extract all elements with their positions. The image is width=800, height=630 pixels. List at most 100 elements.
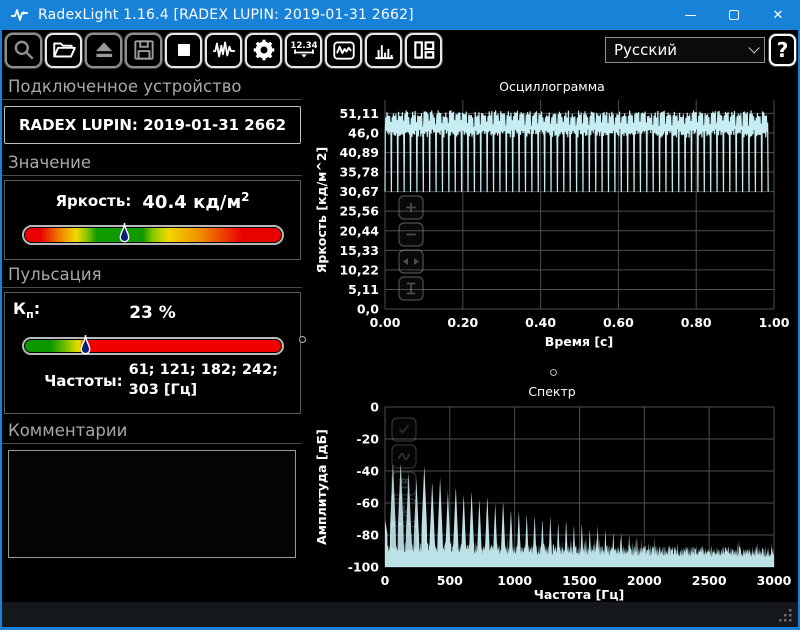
chart-tool-ibeam-button[interactable] (398, 276, 424, 301)
kp-gradient (24, 340, 281, 352)
kp-scale-bar (21, 334, 284, 355)
connected-device-box: RADEX LUPIN: 2019-01-31 2662 (4, 106, 301, 144)
zoom-icon (14, 40, 34, 60)
numeric-display-icon: 12.34 (291, 41, 317, 58)
eject-button[interactable] (85, 32, 122, 68)
title-bar: RadexLight 1.16.4 [RADEX LUPIN: 2019-01-… (0, 0, 800, 30)
comments-input[interactable] (8, 450, 296, 558)
help-button[interactable]: ? (769, 34, 796, 66)
x-tick-label: 0.80 (681, 315, 712, 330)
oscillogram-waveform (384, 110, 769, 193)
chart-view-icon (332, 41, 355, 60)
spectrum-button[interactable] (365, 32, 402, 68)
oscillogram-xlabel: Время [с] (545, 334, 613, 349)
layout-button[interactable] (405, 32, 442, 68)
device-section-header: Подключенное устройство (2, 74, 302, 100)
brightness-scale-bar (21, 222, 284, 245)
brightness-panel: Яркость: 40.4 кд/м2 (4, 180, 301, 260)
resize-grip[interactable] (779, 609, 793, 623)
brightness-readout: Яркость: 40.4 кд/м2 (5, 181, 300, 213)
chart-view-button[interactable] (325, 32, 362, 68)
chart-tool-minus-button[interactable] (398, 222, 424, 247)
chart-tool-fit-button[interactable] (398, 249, 424, 274)
x-tick-label: 500 (437, 573, 463, 588)
y-tick-label: 35,78 (339, 165, 379, 180)
toolbar: 12.34 Русский ? (2, 30, 798, 70)
save-button[interactable] (125, 32, 162, 68)
y-tick-label: 25,56 (339, 204, 379, 219)
maximize-icon (729, 10, 739, 20)
x-tick-label: 2000 (627, 573, 662, 588)
open-button[interactable] (45, 32, 82, 68)
chart-tool-plus-button[interactable] (398, 195, 424, 220)
chart-tool-savebox-button[interactable] (391, 471, 417, 496)
layout-icon (413, 41, 434, 59)
kp-value: 23 % (129, 303, 176, 323)
oscillogram-icon (212, 41, 235, 58)
help-label: ? (776, 38, 789, 62)
oscillogram-button[interactable] (205, 32, 242, 68)
y-tick-label: -100 (348, 560, 380, 575)
chart-tool-check-button[interactable] (391, 417, 417, 442)
x-tick-label: 0.40 (525, 315, 556, 330)
y-tick-label: 51,11 (339, 106, 379, 121)
spectrum-toolbar (391, 417, 417, 550)
toolbar-buttons: 12.34 (5, 32, 445, 68)
comments-section-header: Комментарии (2, 418, 302, 444)
language-select[interactable]: Русский (605, 37, 765, 63)
kp-marker-icon (81, 334, 91, 355)
x-tick-label: 0.60 (603, 315, 634, 330)
svg-text:12.34: 12.34 (291, 41, 317, 51)
y-tick-label: 10,22 (339, 262, 379, 277)
left-panel: Подключенное устройство RADEX LUPIN: 201… (2, 74, 302, 562)
minimize-button[interactable] (668, 0, 712, 30)
brightness-value: 40.4 кд/м2 (142, 190, 250, 213)
zoom-button[interactable] (5, 32, 42, 68)
app-window: RadexLight 1.16.4 [RADEX LUPIN: 2019-01-… (0, 0, 800, 630)
brightness-label: Яркость: (55, 192, 132, 210)
pulsation-panel: Кп: 23 % Частоты: 61; 121; 182; 242; 303… (4, 292, 301, 414)
x-tick-label: 2500 (692, 573, 727, 588)
chart-tool-dots-button[interactable] (391, 525, 417, 550)
splitter-handle-charts[interactable] (550, 369, 557, 376)
x-tick-label: 0 (381, 573, 390, 588)
frequencies-label: Частоты: (44, 371, 123, 390)
numeric-display-button[interactable]: 12.34 (285, 32, 322, 68)
frequencies-value: 61; 121; 182; 242; 303 [Гц] (128, 362, 278, 398)
window-title: RadexLight 1.16.4 [RADEX LUPIN: 2019-01-… (38, 7, 414, 23)
x-tick-label: 0.00 (370, 315, 401, 330)
status-bar (2, 602, 798, 627)
y-tick-label: 15,33 (339, 243, 379, 258)
y-tick-label: 40,89 (339, 145, 379, 160)
y-tick-label: -40 (356, 464, 379, 479)
x-tick-label: 1.00 (759, 315, 790, 330)
close-button[interactable]: ✕ (756, 0, 800, 30)
y-tick-label: 0 (370, 400, 379, 415)
y-tick-label: 30,67 (339, 184, 379, 199)
open-icon (52, 42, 76, 58)
device-name: RADEX LUPIN: 2019-01-31 2662 (18, 116, 287, 134)
x-tick-label: 0.20 (447, 315, 478, 330)
maximize-button[interactable] (712, 0, 756, 30)
y-tick-label: 46,0 (348, 125, 379, 140)
splitter-handle-left[interactable] (299, 336, 306, 343)
chart-tool-download-button[interactable] (391, 498, 417, 523)
y-tick-label: 20,44 (339, 223, 379, 238)
pulsation-section-header: Пульсация (2, 262, 302, 288)
spectrum-gridlines (384, 406, 775, 568)
oscillogram-chart[interactable]: Осциллограмма 0.00 0.20 0.40 0.60 0.80 1.00 51… (312, 76, 800, 369)
oscillogram-title: Осциллограмма (499, 79, 605, 94)
spectrum-chart[interactable]: Спектр 0 500 1000 1500 2000 2500 3000 0 -20 -40 -6… (312, 383, 800, 605)
oscillogram-toolbar (398, 195, 424, 301)
stop-button[interactable] (165, 32, 202, 68)
y-tick-label: 5,11 (348, 282, 379, 297)
chevron-down-icon (748, 42, 760, 54)
settings-button[interactable] (245, 32, 282, 68)
y-tick-label: 0,0 (357, 302, 379, 317)
kp-label: Кп: (13, 299, 41, 322)
save-icon (133, 40, 154, 60)
spectrum-ylabel: Амплитуда [дБ] (314, 429, 329, 545)
chart-tool-curve-button[interactable] (391, 444, 417, 469)
y-tick-label: -80 (356, 528, 379, 543)
y-tick-label: -20 (356, 432, 379, 447)
